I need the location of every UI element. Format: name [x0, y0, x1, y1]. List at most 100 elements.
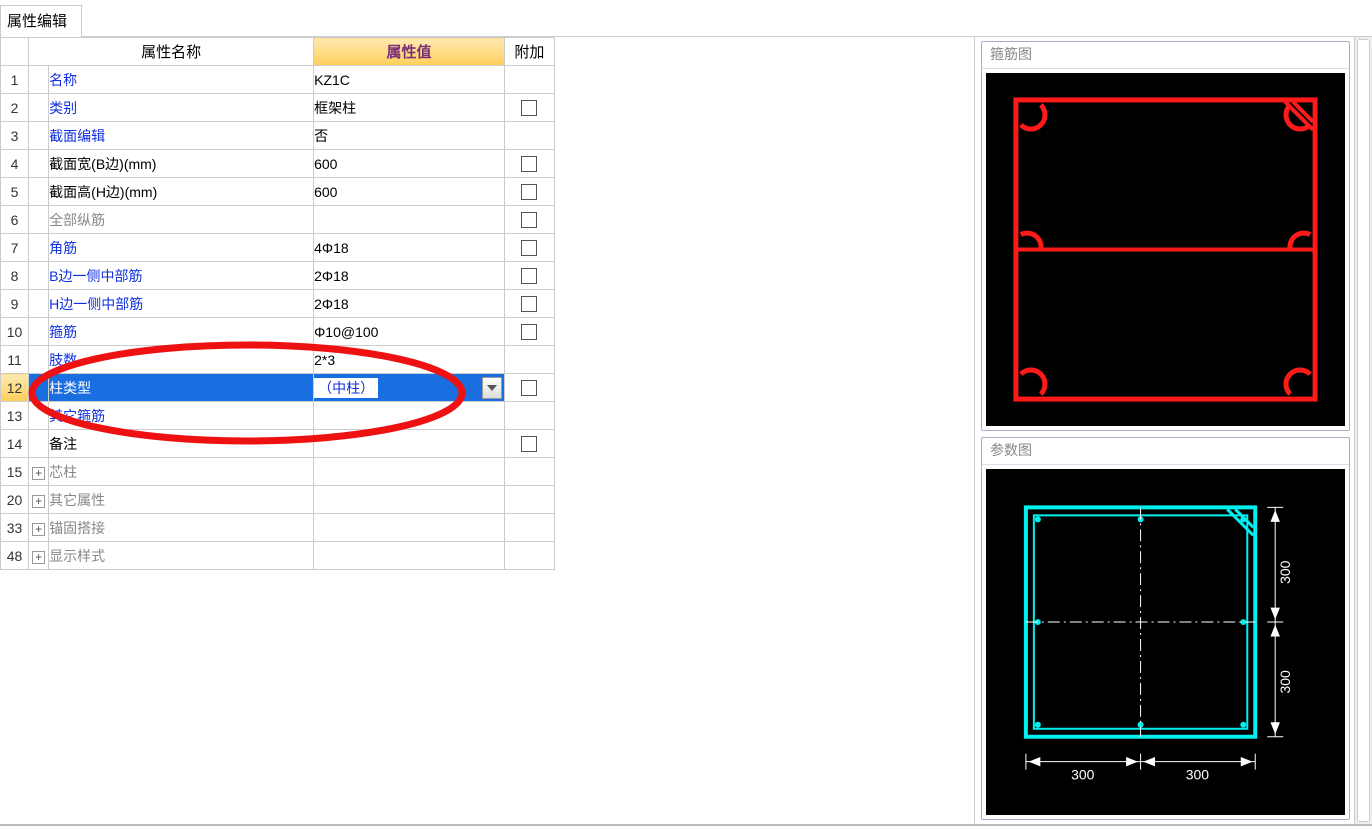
addon-checkbox[interactable] [521, 324, 537, 340]
row-expander [29, 346, 49, 374]
row-expander[interactable]: + [29, 542, 49, 570]
property-value[interactable] [314, 402, 505, 430]
addon-cell[interactable] [504, 206, 554, 234]
plus-icon[interactable]: + [32, 523, 45, 536]
property-value[interactable]: 框架柱 [314, 94, 505, 122]
addon-cell [504, 486, 554, 514]
tab-bar: 属性编辑 [0, 0, 1372, 37]
property-grid: 属性名称 属性值 附加 1名称KZ1C2类别框架柱3截面编辑否4截面宽(B边)(… [0, 37, 555, 570]
table-row[interactable]: 33+锚固搭接 [1, 514, 555, 542]
addon-checkbox[interactable] [521, 100, 537, 116]
row-expander[interactable]: + [29, 486, 49, 514]
addon-checkbox[interactable] [521, 436, 537, 452]
table-row[interactable]: 11肢数2*3 [1, 346, 555, 374]
row-index: 7 [1, 234, 29, 262]
row-index: 11 [1, 346, 29, 374]
table-row[interactable]: 8 B边一侧中部筋2Φ18 [1, 262, 555, 290]
addon-cell [504, 458, 554, 486]
addon-checkbox[interactable] [521, 184, 537, 200]
table-row[interactable]: 4截面宽(B边)(mm)600 [1, 150, 555, 178]
property-value[interactable]: 600 [314, 178, 505, 206]
stirrup-diagram-panel: 箍筋图 [981, 41, 1350, 431]
row-expander [29, 290, 49, 318]
addon-cell[interactable] [504, 94, 554, 122]
property-value[interactable] [314, 486, 505, 514]
property-value[interactable]: 2*3 [314, 346, 505, 374]
property-value[interactable]: 4Φ18 [314, 234, 505, 262]
addon-checkbox[interactable] [521, 212, 537, 228]
row-expander[interactable]: + [29, 514, 49, 542]
property-name: 备注 [49, 430, 314, 458]
tab-property-edit[interactable]: 属性编辑 [0, 5, 82, 37]
row-index: 14 [1, 430, 29, 458]
plus-icon[interactable]: + [32, 551, 45, 564]
property-value[interactable]: （中柱） [314, 374, 505, 402]
addon-cell [504, 346, 554, 374]
row-expander [29, 94, 49, 122]
property-value[interactable] [314, 458, 505, 486]
row-expander [29, 234, 49, 262]
property-value[interactable]: Φ10@100 [314, 318, 505, 346]
addon-cell[interactable] [504, 234, 554, 262]
table-row[interactable]: 3截面编辑否 [1, 122, 555, 150]
addon-cell[interactable] [504, 430, 554, 458]
addon-checkbox[interactable] [521, 268, 537, 284]
table-row[interactable]: 20+其它属性 [1, 486, 555, 514]
property-name: 锚固搭接 [49, 514, 314, 542]
addon-cell[interactable] [504, 262, 554, 290]
addon-cell[interactable] [504, 178, 554, 206]
property-value[interactable] [314, 206, 505, 234]
property-name: 其它属性 [49, 486, 314, 514]
row-index: 6 [1, 206, 29, 234]
row-index: 48 [1, 542, 29, 570]
property-value[interactable]: KZ1C [314, 66, 505, 94]
plus-icon[interactable]: + [32, 495, 45, 508]
property-value[interactable]: 2Φ18 [314, 262, 505, 290]
property-value[interactable]: 600 [314, 150, 505, 178]
addon-checkbox[interactable] [521, 296, 537, 312]
property-value[interactable] [314, 542, 505, 570]
addon-cell [504, 514, 554, 542]
addon-checkbox[interactable] [521, 240, 537, 256]
property-name: 截面编辑 [49, 122, 314, 150]
table-row[interactable]: 12柱类型（中柱） [1, 374, 555, 402]
row-expander[interactable]: + [29, 458, 49, 486]
table-row[interactable]: 7角筋4Φ18 [1, 234, 555, 262]
plus-icon[interactable]: + [32, 467, 45, 480]
row-index: 1 [1, 66, 29, 94]
row-index: 8 [1, 262, 29, 290]
row-index: 10 [1, 318, 29, 346]
property-value[interactable] [314, 514, 505, 542]
table-row[interactable]: 2类别框架柱 [1, 94, 555, 122]
property-name: B边一侧中部筋 [49, 262, 314, 290]
table-row[interactable]: 6全部纵筋 [1, 206, 555, 234]
dim-right-top: 300 [1277, 560, 1293, 584]
row-expander [29, 430, 49, 458]
property-value[interactable]: 2Φ18 [314, 290, 505, 318]
row-expander [29, 374, 49, 402]
addon-checkbox[interactable] [521, 156, 537, 172]
table-row[interactable]: 14 备注 [1, 430, 555, 458]
right-scrollbar[interactable] [1354, 37, 1372, 824]
chevron-down-icon[interactable] [482, 377, 502, 399]
row-expander [29, 402, 49, 430]
table-row[interactable]: 13其它箍筋 [1, 402, 555, 430]
property-value[interactable] [314, 430, 505, 458]
header-addon: 附加 [504, 38, 554, 66]
table-row[interactable]: 15+芯柱 [1, 458, 555, 486]
dim-bottom-right: 300 [1186, 767, 1210, 783]
table-row[interactable]: 5截面高(H边)(mm)600 [1, 178, 555, 206]
property-value[interactable]: 否 [314, 122, 505, 150]
table-row[interactable]: 9H边一侧中部筋2Φ18 [1, 290, 555, 318]
table-row[interactable]: 48+显示样式 [1, 542, 555, 570]
row-expander [29, 262, 49, 290]
addon-checkbox[interactable] [521, 380, 537, 396]
addon-cell[interactable] [504, 374, 554, 402]
table-row[interactable]: 1名称KZ1C [1, 66, 555, 94]
addon-cell[interactable] [504, 150, 554, 178]
addon-cell[interactable] [504, 318, 554, 346]
addon-cell[interactable] [504, 290, 554, 318]
dim-bottom-left: 300 [1071, 767, 1095, 783]
property-name: H边一侧中部筋 [49, 290, 314, 318]
table-row[interactable]: 10箍筋Φ10@100 [1, 318, 555, 346]
